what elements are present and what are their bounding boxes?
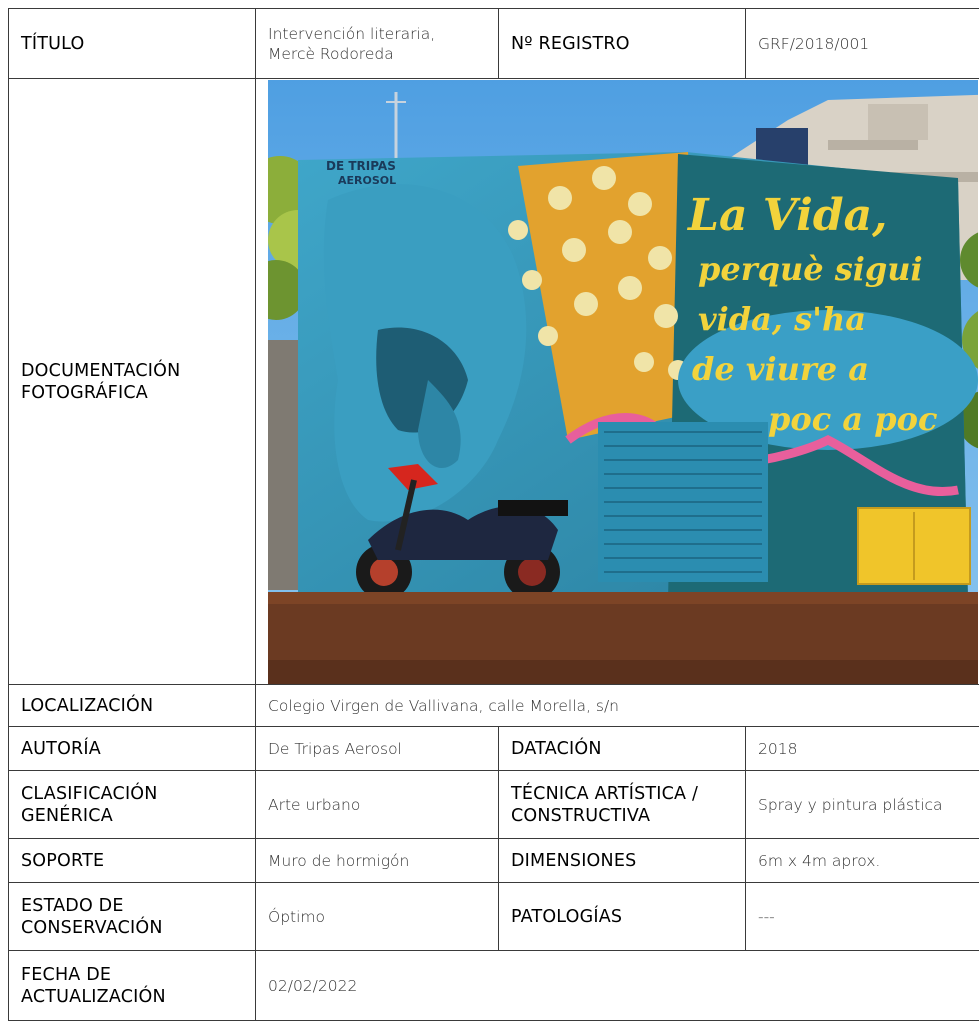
mural-photo: La Vida, perquè sigui vida, s'ha de viur… [268, 80, 978, 684]
soporte-value: Muro de hormigón [256, 839, 499, 883]
datacion-value: 2018 [746, 727, 979, 771]
mural-photo-image: La Vida, perquè sigui vida, s'ha de viur… [268, 80, 978, 684]
fecha-value: 02/02/2022 [256, 951, 979, 1021]
doc-foto-label: DOCUMENTACIÓN FOTOGRÁFICA [9, 79, 256, 685]
fecha-label: FECHA DE ACTUALIZACIÓN [9, 951, 256, 1021]
dimensiones-value: 6m x 4m aprox. [746, 839, 979, 883]
titulo-value: Intervención literaria, Mercè Rodoreda [256, 9, 499, 79]
clasificacion-label: CLASIFICACIÓN GENÉRICA [9, 771, 256, 839]
localizacion-value: Colegio Virgen de Vallivana, calle Morel… [256, 685, 979, 727]
row-clasificacion: CLASIFICACIÓN GENÉRICA Arte urbano TÉCNI… [9, 771, 979, 839]
dimensiones-label: DIMENSIONES [499, 839, 746, 883]
registro-label: Nº REGISTRO [499, 9, 746, 79]
mural-text-line-2: perquè sigui [698, 250, 923, 288]
estado-label: ESTADO DE CONSERVACIÓN [9, 883, 256, 951]
row-fecha: FECHA DE ACTUALIZACIÓN 02/02/2022 [9, 951, 979, 1021]
mural-text-line-1: La Vida, [686, 190, 887, 241]
row-titulo: TÍTULO Intervención literaria, Mercè Rod… [9, 9, 979, 79]
localizacion-label: LOCALIZACIÓN [9, 685, 256, 727]
row-documentacion: DOCUMENTACIÓN FOTOGRÁFICA [9, 79, 979, 685]
artist-tag-line-1: DE TRIPAS [326, 159, 396, 173]
estado-value: Óptimo [256, 883, 499, 951]
autoria-value: De Tripas Aerosol [256, 727, 499, 771]
patologias-value: --- [746, 883, 979, 951]
photo-cell: La Vida, perquè sigui vida, s'ha de viur… [256, 79, 979, 685]
row-soporte: SOPORTE Muro de hormigón DIMENSIONES 6m … [9, 839, 979, 883]
tecnica-value: Spray y pintura plástica [746, 771, 979, 839]
mural-text-line-4: de viure a [692, 350, 869, 388]
row-localizacion: LOCALIZACIÓN Colegio Virgen de Vallivana… [9, 685, 979, 727]
mural-text-line-5: poc a poc [768, 400, 937, 438]
clasificacion-value: Arte urbano [256, 771, 499, 839]
datacion-label: DATACIÓN [499, 727, 746, 771]
titulo-label: TÍTULO [9, 9, 256, 79]
artist-tag-line-2: AEROSOL [338, 174, 396, 187]
registro-value: GRF/2018/001 [746, 9, 979, 79]
row-autoria: AUTORÍA De Tripas Aerosol DATACIÓN 2018 [9, 727, 979, 771]
row-estado: ESTADO DE CONSERVACIÓN Óptimo PATOLOGÍAS… [9, 883, 979, 951]
tecnica-label: TÉCNICA ARTÍSTICA / CONSTRUCTIVA [499, 771, 746, 839]
mural-text-line-3: vida, s'ha [698, 300, 866, 338]
autoria-label: AUTORÍA [9, 727, 256, 771]
soporte-label: SOPORTE [9, 839, 256, 883]
patologias-label: PATOLOGÍAS [499, 883, 746, 951]
record-sheet: TÍTULO Intervención literaria, Mercè Rod… [8, 8, 979, 1021]
